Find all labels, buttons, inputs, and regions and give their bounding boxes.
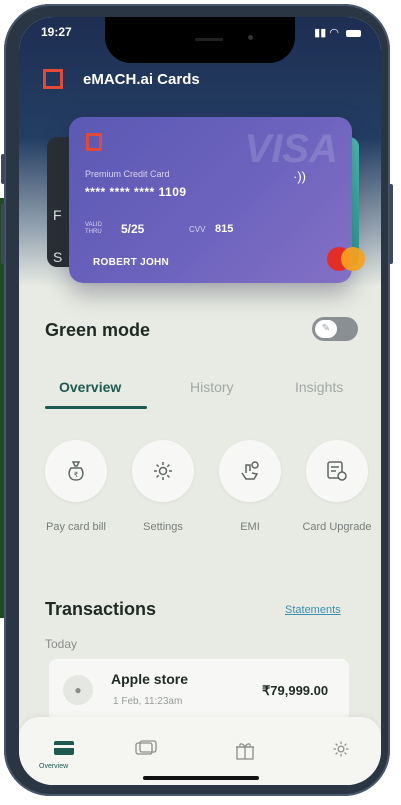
nav-item-overview[interactable] [53,739,75,762]
card-brand-logo-icon [86,133,102,151]
app-title: eMACH.ai Cards [83,71,200,88]
background-card-text: F [53,207,62,223]
green-mode-label: Green mode [45,320,151,340]
phone-volume-button [1,204,5,264]
phone-power-button [389,184,393,264]
bottom-nav: Overview [19,717,381,785]
tab-insights[interactable]: Insights [295,379,343,395]
settings-button[interactable] [132,440,194,502]
transactions-title: Transactions [45,599,157,619]
card-refresh-icon [327,461,347,481]
nav-item-settings[interactable] [331,739,351,764]
card-valid: 5/25 [121,222,145,236]
camera-dot [248,35,253,40]
tab-overview[interactable]: Overview [59,379,121,395]
svg-text:₹: ₹ [74,471,79,479]
emi-button[interactable] [219,440,281,502]
brand-logo-icon [43,69,63,89]
app-screen: 19:27 ▮▮ ◠ eMACH.ai Cards F S VISA Premi… [19,17,381,785]
nav-item-cards[interactable] [134,739,158,762]
active-tab-indicator [45,406,147,409]
transaction-amount: ₹79,999.00 [262,683,329,698]
money-bag-icon: ₹ [68,461,84,481]
apple-icon: ● [63,675,93,705]
credit-card[interactable]: VISA Premium Credit Card ·)) **** **** *… [69,117,365,283]
statements-link[interactable]: Statements [285,604,341,616]
green-mode-toggle[interactable]: ✎ [312,317,358,341]
phone-notch [105,17,295,63]
cvv-label: CVV [189,225,206,234]
cards-stack-icon [135,740,157,755]
hand-coin-icon [241,461,259,480]
background-card-text: S [53,249,63,265]
transaction-merchant: Apple store [111,671,189,687]
home-indicator[interactable] [143,776,259,780]
pay-card-bill-label: Pay card bill [46,521,106,533]
card-type: Premium Credit Card [85,169,170,179]
card-upgrade-label: Card Upgrade [302,521,372,533]
card-holder: ROBERT JOHN [93,257,170,268]
transaction-row[interactable]: ● Apple store 1 Feb, 11:23am ₹79,999.00 [49,659,349,723]
transaction-group-label: Today [45,637,78,651]
status-icons: ▮▮ ◠ [314,26,361,39]
phone-frame: 19:27 ▮▮ ◠ eMACH.ai Cards F S VISA Premi… [1,4,393,796]
emi-label: EMI [240,521,260,533]
speaker-grille [195,38,223,41]
valid-thru-label: VALID THRU [85,222,102,235]
card-number: **** **** **** 1109 [85,185,187,199]
nav-label-overview: Overview [39,763,69,770]
signal-icon: ▮▮ [314,27,327,39]
status-time: 19:27 [41,25,72,39]
contactless-icon: ·)) [293,169,306,184]
phone-side-button [1,154,5,184]
settings-label: Settings [143,521,183,533]
pay-card-bill-button[interactable]: ₹ [45,440,107,502]
card-cvv: 815 [215,223,234,235]
battery-icon [346,29,361,37]
nav-item-rewards[interactable] [234,739,256,766]
transaction-date: 1 Feb, 11:23am [113,696,183,707]
card-upgrade-button[interactable] [306,440,368,502]
tab-history[interactable]: History [190,379,234,395]
wifi-icon: ◠ [329,27,339,39]
mastercard-logo-icon [327,247,367,273]
card-icon [54,741,74,755]
gear-icon [333,741,349,757]
leaf-icon: ✎ [315,320,337,338]
gear-icon [154,462,172,480]
gift-icon [236,743,254,760]
card-network-watermark: VISA [244,127,338,171]
